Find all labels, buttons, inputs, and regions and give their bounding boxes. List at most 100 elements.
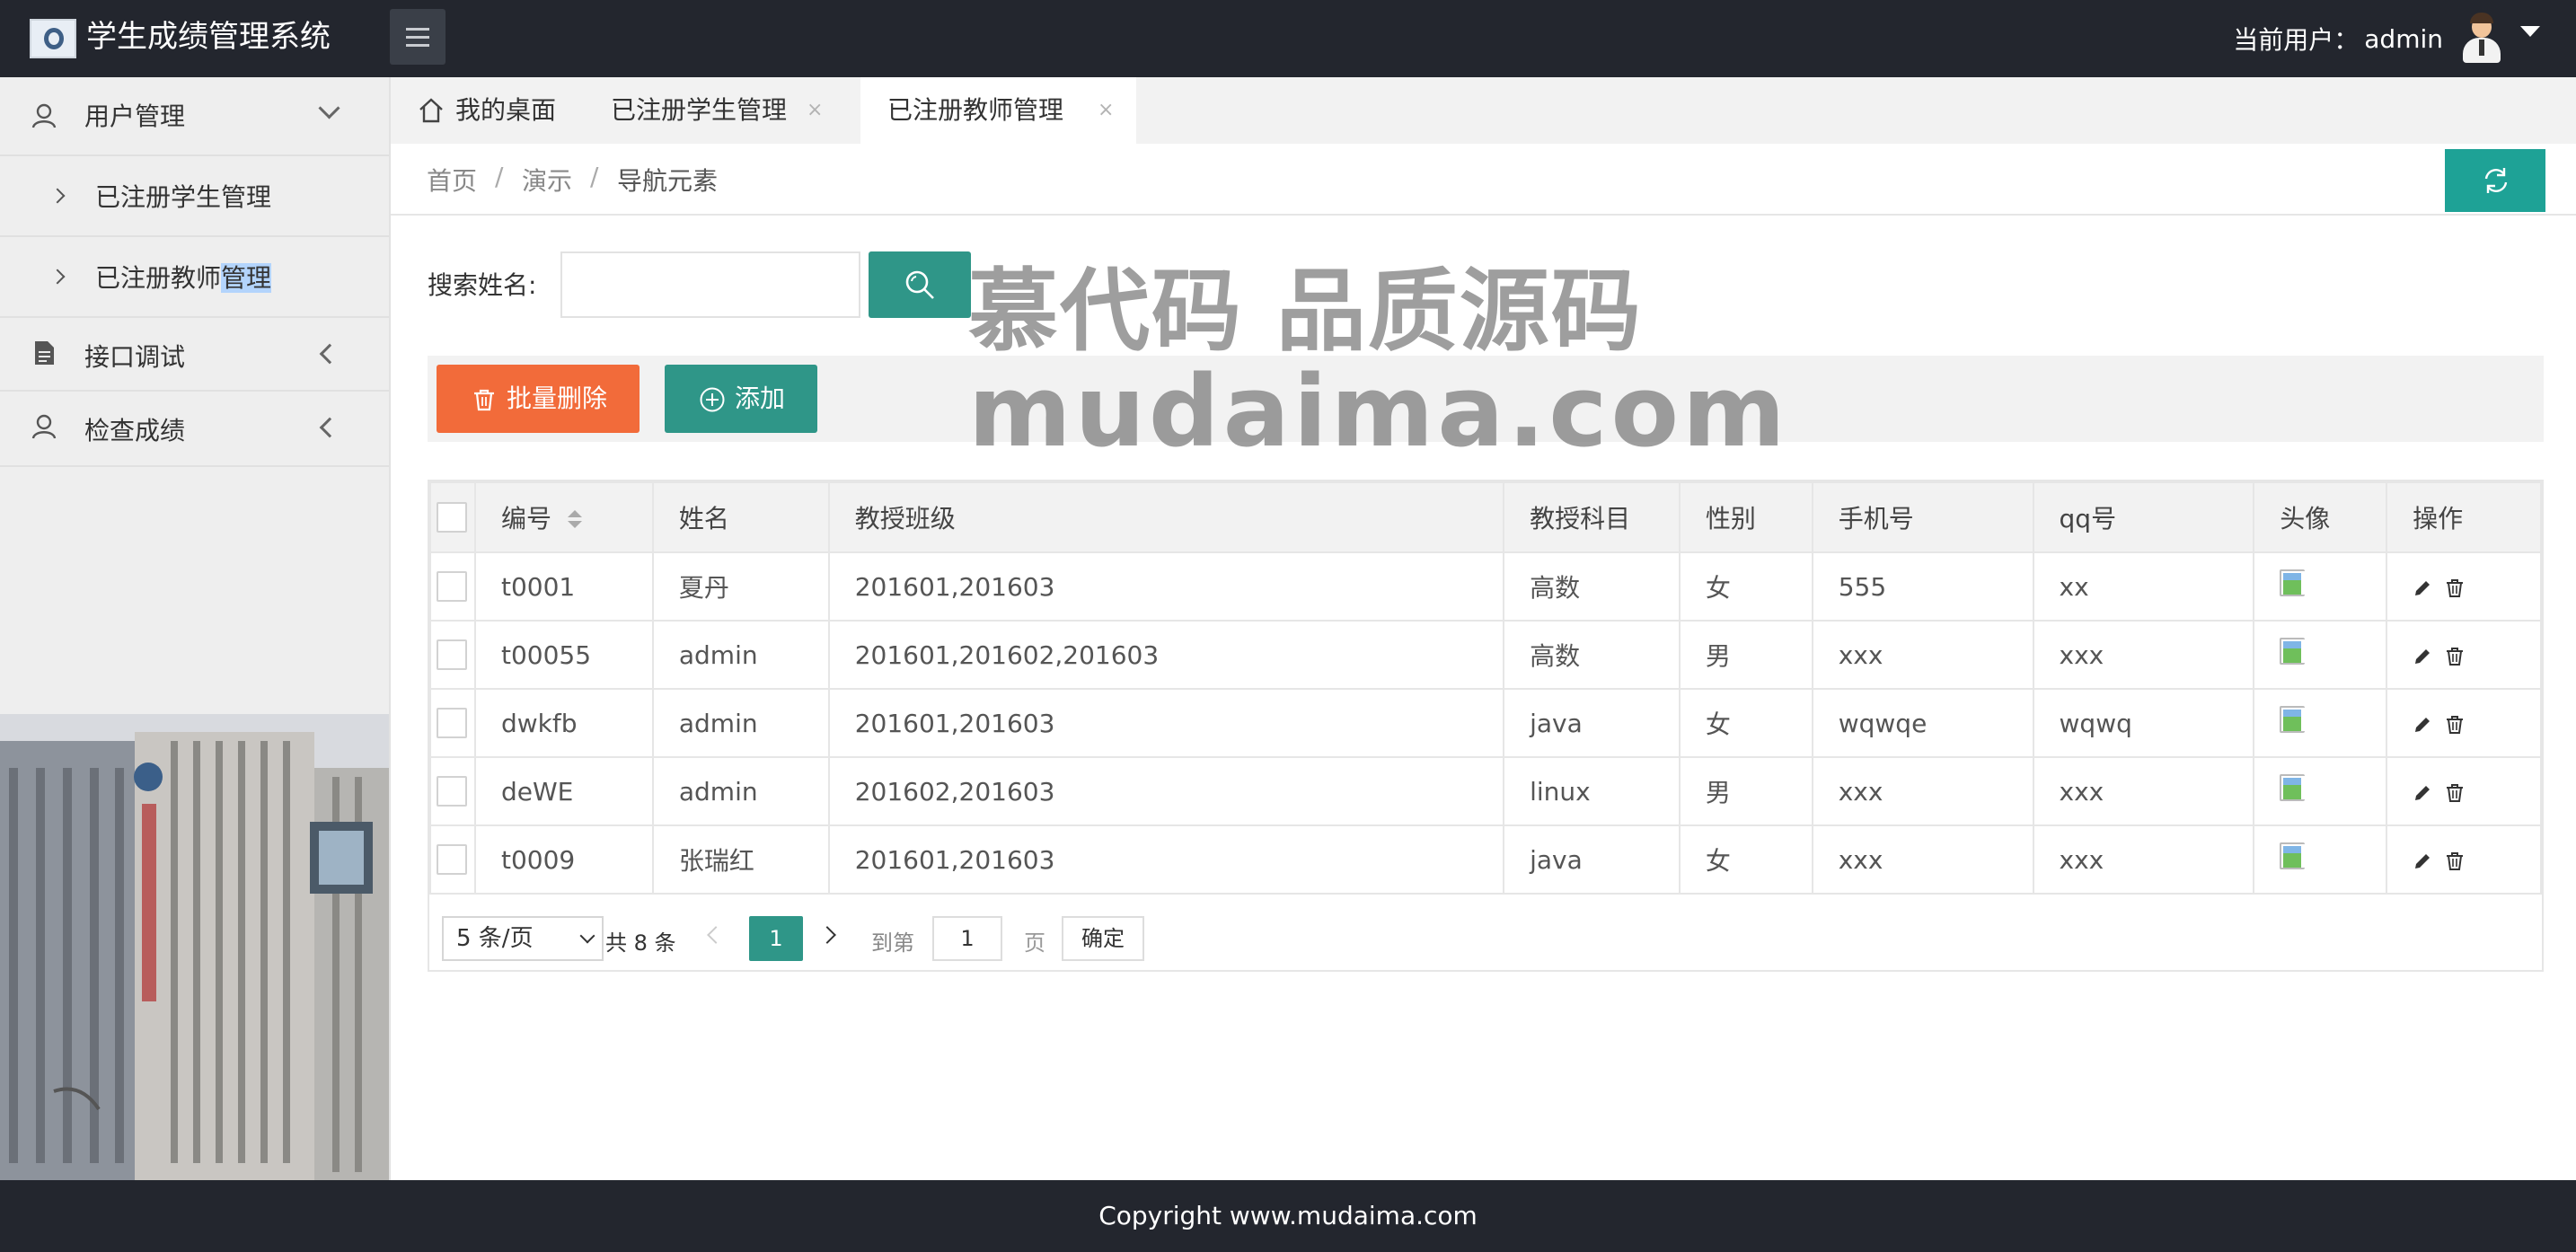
edit-icon[interactable]: [2413, 783, 2432, 803]
page-number-current[interactable]: 1: [749, 916, 803, 961]
edit-icon[interactable]: [2413, 851, 2432, 871]
broken-image-icon: [2280, 705, 2308, 735]
watermark-line1: 慕代码 品质源码: [968, 259, 1643, 364]
cell-name: admin: [651, 620, 830, 690]
current-user-name[interactable]: admin: [2364, 24, 2443, 54]
cell-actions: [2386, 688, 2542, 758]
delete-icon[interactable]: [2445, 851, 2465, 871]
row-checkbox-cell: [429, 756, 476, 826]
sidebar-item-check-scores[interactable]: 检查成绩: [0, 392, 389, 467]
close-icon[interactable]: ×: [807, 77, 823, 144]
chevron-down-icon: [318, 97, 340, 119]
next-page-icon[interactable]: [818, 926, 836, 944]
row-checkbox[interactable]: [437, 708, 467, 738]
search-label: 搜索姓名:: [428, 270, 537, 300]
cell-classes: 201601,201602,201603: [827, 620, 1505, 690]
column-header-avatar: 头像: [2253, 481, 2388, 553]
plus-circle-icon: [700, 387, 725, 412]
delete-icon[interactable]: [2445, 647, 2465, 666]
breadcrumb-demo[interactable]: 演示: [522, 162, 572, 198]
cell-actions: [2386, 824, 2542, 895]
button-label: 批量删除: [507, 384, 608, 413]
close-icon[interactable]: ×: [1098, 77, 1114, 144]
column-header-phone: 手机号: [1811, 481, 2034, 553]
cell-subject: 高数: [1503, 620, 1681, 690]
cell-avatar: [2253, 756, 2388, 826]
cell-gender: 男: [1678, 620, 1813, 690]
cell-subject: java: [1503, 688, 1681, 758]
cell-qq: xxx: [2032, 824, 2255, 895]
edit-icon[interactable]: [2413, 715, 2432, 735]
cell-subject: 高数: [1503, 551, 1681, 622]
sidebar-item-api-debug[interactable]: 接口调试: [0, 318, 389, 392]
document-icon: [35, 341, 54, 365]
caret-down-icon[interactable]: [2520, 26, 2540, 37]
delete-icon[interactable]: [2445, 715, 2465, 735]
goto-page-input[interactable]: 1: [932, 916, 1002, 961]
cell-subject: linux: [1503, 756, 1681, 826]
row-checkbox[interactable]: [437, 639, 467, 670]
text-selection: 管理: [221, 263, 272, 293]
cell-name: 张瑞红: [651, 824, 830, 895]
chevron-right-icon: [49, 269, 66, 285]
row-checkbox[interactable]: [437, 844, 467, 875]
page-size-select[interactable]: 5 条/页: [442, 916, 604, 961]
delete-icon[interactable]: [2445, 783, 2465, 803]
tab-student-management[interactable]: 已注册学生管理 ×: [611, 77, 871, 144]
cell-classes: 201601,201603: [827, 551, 1505, 622]
table-row: t0009 张瑞红 201601,201603 java 女 xxx xxx: [429, 824, 2542, 895]
cell-avatar: [2253, 824, 2388, 895]
user-menu[interactable]: 当前用户： admin: [2233, 13, 2540, 65]
cell-id: t0001: [473, 551, 654, 622]
cell-name: 夏丹: [651, 551, 830, 622]
cell-name: admin: [651, 756, 830, 826]
search-input[interactable]: [560, 251, 860, 318]
sidebar-item-label: 已注册教师管理: [95, 263, 272, 293]
edit-icon[interactable]: [2413, 578, 2432, 598]
school-logo-icon: [30, 19, 76, 58]
action-toolbar: 批量删除 添加: [428, 356, 2544, 442]
cell-actions: [2386, 756, 2542, 826]
row-checkbox[interactable]: [437, 776, 467, 807]
row-checkbox[interactable]: [437, 571, 467, 602]
page-word: 页: [1024, 930, 1045, 956]
refresh-button[interactable]: [2445, 149, 2545, 212]
sidebar-item-students[interactable]: 已注册学生管理: [0, 156, 389, 237]
avatar[interactable]: [2459, 13, 2504, 65]
confirm-goto-button[interactable]: 确定: [1062, 916, 1144, 961]
delete-icon[interactable]: [2445, 578, 2465, 598]
add-button[interactable]: 添加: [665, 365, 817, 433]
user-icon: [31, 414, 57, 439]
menu-toggle-button[interactable]: [390, 9, 446, 65]
button-label: 添加: [735, 384, 786, 413]
chevron-right-icon: [49, 188, 66, 204]
breadcrumb-home[interactable]: 首页: [427, 162, 477, 198]
tab-label: 已注册教师管理: [887, 95, 1064, 125]
cell-avatar: [2253, 620, 2388, 690]
cell-qq: xxx: [2032, 756, 2255, 826]
table-row: t00055 admin 201601,201602,201603 高数男 xxx xxx: [429, 620, 2542, 690]
chevron-left-icon: [319, 343, 340, 365]
cell-name: admin: [651, 688, 830, 758]
app-title: 学生成绩管理系统: [86, 19, 331, 55]
sidebar-item-teachers[interactable]: 已注册教师管理: [0, 237, 389, 318]
cell-id: t0009: [473, 824, 654, 895]
batch-delete-button[interactable]: 批量删除: [437, 365, 640, 433]
cell-avatar: [2253, 551, 2388, 622]
prev-page-icon[interactable]: [707, 926, 725, 944]
sidebar-item-label: 接口调试: [84, 342, 186, 372]
breadcrumb-separator: /: [590, 162, 599, 191]
column-header-id[interactable]: 编号: [473, 481, 654, 553]
tab-teacher-management[interactable]: 已注册教师管理 ×: [860, 77, 1136, 145]
edit-icon[interactable]: [2413, 647, 2432, 666]
campus-building-photo: [0, 714, 389, 1180]
cell-subject: java: [1503, 824, 1681, 895]
search-button[interactable]: [869, 251, 971, 318]
trash-icon: [474, 389, 494, 411]
sidebar-item-user-management[interactable]: 用户管理: [0, 77, 389, 156]
tab-my-desktop[interactable]: 我的桌面: [391, 77, 595, 144]
sort-icon[interactable]: [568, 510, 582, 530]
header-checkbox-cell: [429, 481, 476, 553]
table-header-row: 编号 姓名 教授班级 教授科目 性别 手机号 qq号 头像 操作: [429, 481, 2542, 553]
select-all-checkbox[interactable]: [437, 502, 467, 533]
